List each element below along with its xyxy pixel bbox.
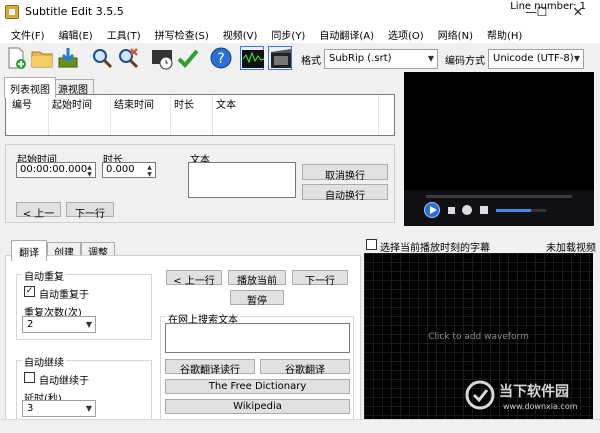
spinner-arrows-icon[interactable]: ▲ ▼ (85, 164, 94, 178)
duration-value: 0.000 (106, 164, 135, 175)
visual-sync-icon[interactable] (150, 46, 174, 70)
auto-continue-label: 自动继续于 (39, 376, 89, 387)
play-icon[interactable] (424, 202, 440, 218)
repeat-count-value: 2 (27, 319, 34, 330)
tab-list-view[interactable]: 列表视图 (4, 77, 56, 98)
column-text[interactable]: 文本 (216, 96, 236, 111)
video-seek-bar[interactable] (426, 195, 572, 198)
menu-file[interactable]: 文件(F) (4, 24, 52, 43)
menu-auto-translate[interactable]: 自动翻译(A) (312, 24, 381, 43)
video-toggle-icon[interactable] (268, 46, 292, 70)
start-time-value: 00:00:00.000 (20, 164, 88, 175)
watermark-brand: 当下软件园 (499, 384, 569, 400)
show-current-checkbox[interactable] (366, 239, 377, 250)
prev-button[interactable]: < 上一 (16, 202, 61, 220)
spinner-arrows-icon[interactable]: ▲ ▼ (145, 164, 154, 178)
stop-icon[interactable] (448, 207, 455, 214)
play-current-button[interactable]: 播放当前 (228, 270, 286, 287)
save-download-icon[interactable] (56, 46, 80, 70)
menu-bar: 文件(F) 编辑(E) 工具(T) 拼写检查(S) 视频(V) 同步(Y) 自动… (0, 24, 600, 43)
google-it-button[interactable]: 谷歌翻译读行 (165, 359, 255, 376)
duration-input[interactable]: 0.000 ▲ ▼ (102, 162, 156, 178)
waveform-toggle-icon[interactable] (240, 46, 265, 70)
watermark-logo-icon (465, 380, 495, 410)
menu-help[interactable]: 帮助(H) (480, 24, 529, 43)
column-divider (170, 95, 171, 135)
find-icon[interactable] (90, 46, 114, 70)
menu-sync[interactable]: 同步(Y) (264, 24, 312, 43)
line-number-status: Line number: 1 (510, 1, 586, 12)
column-divider (212, 95, 213, 135)
replace-icon[interactable] (116, 46, 140, 70)
unbreak-button[interactable]: 取消换行 (302, 164, 388, 182)
menu-edit[interactable]: 编辑(E) (52, 24, 100, 43)
column-duration[interactable]: 时长 (174, 96, 194, 111)
menu-tools[interactable]: 工具(T) (100, 24, 148, 43)
prev-line-button[interactable]: < 上一行 (166, 270, 222, 287)
free-dictionary-button[interactable]: The Free Dictionary (165, 379, 350, 394)
status-bar (0, 419, 600, 433)
menu-video[interactable]: 视频(V) (216, 24, 265, 43)
chevron-down-icon: ▼ (427, 54, 434, 63)
repeat-count-select[interactable]: 2 ▼ (22, 316, 96, 333)
column-number[interactable]: 编号 (12, 96, 32, 111)
app-icon (5, 5, 19, 19)
open-folder-icon[interactable] (30, 46, 54, 70)
volume-slider[interactable] (496, 209, 546, 212)
next-line-button[interactable]: 下一行 (292, 270, 348, 287)
delay-value: 3 (27, 403, 34, 414)
auto-continue-group-label: 自动继续 (22, 354, 66, 369)
svg-text:?: ? (217, 51, 224, 67)
wikipedia-button[interactable]: Wikipedia (165, 399, 350, 414)
pause-button[interactable]: 暂停 (230, 290, 284, 307)
mute-icon[interactable] (480, 206, 488, 214)
encoding-label: 编码方式 (445, 56, 485, 67)
subtitle-list[interactable]: 编号 起始时间 结束时间 时长 文本 (5, 94, 395, 136)
auto-repeat-label: 自动重复于 (39, 290, 89, 301)
no-video-label: 未加载视频 (546, 243, 596, 254)
new-file-icon[interactable] (4, 46, 28, 70)
menu-network[interactable]: 网络(N) (431, 24, 480, 43)
video-controls (404, 190, 594, 226)
auto-break-button[interactable]: 自动换行 (302, 184, 388, 202)
menu-spellcheck[interactable]: 拼写检查(S) (148, 24, 216, 43)
chevron-down-icon: ▼ (85, 320, 92, 329)
show-current-label: 选择当前播放时刻的字幕 (380, 243, 490, 254)
waveform-placeholder: Click to add waveform (428, 332, 529, 342)
auto-continue-checkbox[interactable] (24, 372, 35, 383)
video-player[interactable] (404, 72, 594, 190)
column-start-time[interactable]: 起始时间 (52, 96, 92, 111)
encoding-select[interactable]: Unicode (UTF-8) ▼ (488, 49, 584, 69)
auto-repeat-checkbox[interactable]: ✓ (24, 286, 35, 297)
chevron-down-icon: ▼ (85, 404, 92, 413)
format-select-value: SubRip (.srt) (329, 53, 392, 64)
format-select[interactable]: SubRip (.srt) ▼ (324, 49, 438, 69)
next-button[interactable]: 下一行 (66, 202, 114, 220)
watermark-url: www.downxia.com (503, 402, 578, 411)
watermark: 当下软件园 www.downxia.com (465, 378, 595, 418)
subtitle-text-input[interactable] (188, 162, 296, 198)
spellcheck-checkmark-icon[interactable] (176, 46, 200, 70)
tab-translate[interactable]: 翻译 (11, 240, 47, 261)
column-divider (110, 95, 111, 135)
encoding-select-value: Unicode (UTF-8) (493, 53, 574, 64)
search-web-input[interactable] (165, 323, 350, 353)
start-time-input[interactable]: 00:00:00.000 ▲ ▼ (16, 162, 96, 178)
chevron-down-icon: ▼ (573, 54, 580, 63)
help-icon[interactable]: ? (209, 46, 233, 70)
column-end-time[interactable]: 结束时间 (114, 96, 154, 111)
google-translate-button[interactable]: 谷歌翻译 (260, 359, 350, 376)
column-divider (48, 95, 49, 135)
column-divider (378, 95, 379, 135)
delay-select[interactable]: 3 ▼ (22, 400, 96, 417)
auto-repeat-group-label: 自动重复 (22, 268, 66, 283)
format-label: 格式 (301, 56, 321, 67)
window-title: Subtitle Edit 3.5.5 (25, 5, 124, 18)
fullscreen-icon[interactable] (462, 205, 472, 215)
menu-options[interactable]: 选项(O) (381, 24, 431, 43)
